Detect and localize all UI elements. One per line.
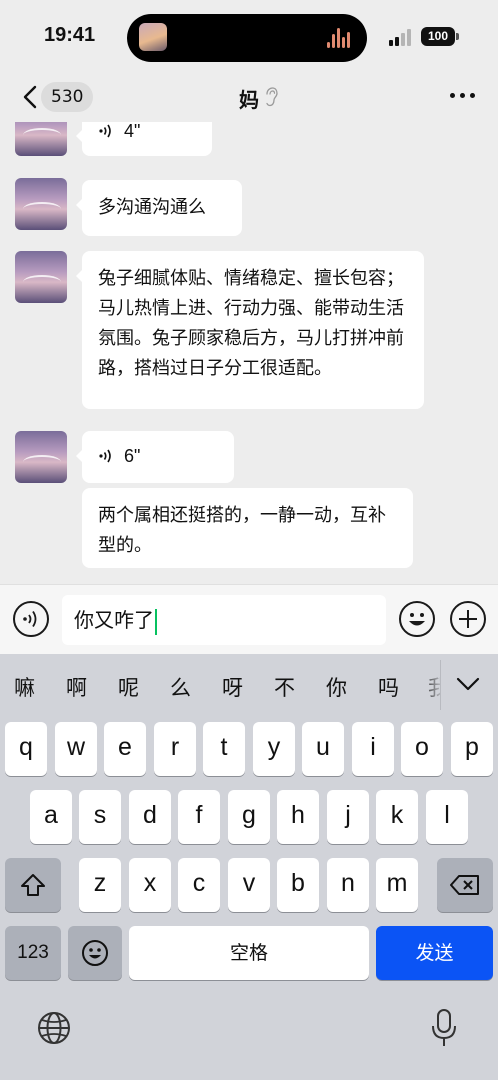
send-key[interactable]: 发送	[376, 926, 493, 980]
key-v[interactable]: v	[228, 858, 270, 912]
chat-title: 妈	[239, 88, 259, 112]
voice-message-bubble[interactable]: 6"	[76, 431, 234, 483]
text-caret	[155, 608, 157, 635]
candidate-bar: 嘛 啊 呢 么 呀 不 你 吗 我	[0, 654, 498, 716]
status-time: 19:41	[44, 24, 96, 46]
more-dots-icon[interactable]	[450, 93, 476, 101]
message-list[interactable]: 4" 多沟通沟通么 兔子细腻体贴、情绪稳定、擅长包容；马儿热情上进、行动力强、能…	[0, 122, 498, 584]
candidate-word[interactable]: 吗	[378, 672, 399, 702]
key-w[interactable]: w	[55, 722, 97, 776]
voice-duration: 4"	[124, 122, 141, 141]
candidate-word[interactable]: 不	[274, 672, 295, 702]
key-b[interactable]: b	[277, 858, 319, 912]
key-e[interactable]: e	[104, 722, 146, 776]
key-m[interactable]: m	[376, 858, 418, 912]
voice-message-bubble[interactable]: 4"	[76, 122, 212, 156]
battery-tip	[456, 33, 459, 40]
candidate-word[interactable]: 么	[170, 672, 191, 702]
contact-avatar[interactable]	[15, 178, 67, 230]
candidate-word[interactable]: 呀	[222, 672, 243, 702]
key-d[interactable]: d	[129, 790, 171, 844]
backspace-icon	[450, 875, 479, 895]
key-i[interactable]: i	[352, 722, 394, 776]
candidate-word[interactable]: 呢	[118, 672, 139, 702]
key-j[interactable]: j	[327, 790, 369, 844]
key-n[interactable]: n	[327, 858, 369, 912]
candidate-word[interactable]: 你	[326, 672, 347, 702]
key-c[interactable]: c	[178, 858, 220, 912]
battery-icon: 100	[421, 27, 455, 46]
key-t[interactable]: t	[203, 722, 245, 776]
message-text: 两个属相还挺搭的，一静一动，互补型的。	[98, 505, 386, 556]
message-text: 多沟通沟通么	[98, 197, 206, 218]
chat-header: 530 妈	[0, 72, 498, 122]
key-q[interactable]: q	[5, 722, 47, 776]
space-key[interactable]: 空格	[129, 926, 369, 980]
candidate-divider	[440, 660, 441, 710]
globe-icon[interactable]	[36, 1010, 72, 1046]
key-r[interactable]: r	[154, 722, 196, 776]
numbers-key[interactable]: 123	[5, 926, 61, 980]
voice-wave-icon	[99, 124, 111, 138]
candidate-word[interactable]: 啊	[66, 672, 87, 702]
dynamic-island[interactable]	[127, 14, 367, 62]
text-message-bubble[interactable]: 多沟通沟通么	[76, 180, 242, 236]
message-input[interactable]: 你又咋了	[62, 595, 386, 645]
key-o[interactable]: o	[401, 722, 443, 776]
message-text: 兔子细腻体贴、情绪稳定、擅长包容；马儿热情上进、行动力强、能带动生活氛围。兔子顾…	[98, 268, 404, 379]
contact-avatar[interactable]	[15, 251, 67, 303]
text-message-bubble[interactable]: 兔子细腻体贴、情绪稳定、擅长包容；马儿热情上进、行动力强、能带动生活氛围。兔子顾…	[76, 251, 424, 409]
now-playing-artwork	[139, 23, 167, 51]
emoji-icon	[82, 940, 108, 966]
message-input-text: 你又咋了	[74, 608, 154, 632]
signal-icon	[389, 28, 415, 46]
candidate-word[interactable]: 嘛	[14, 672, 35, 702]
status-bar: 19:41 100	[0, 0, 498, 72]
keyboard: 嘛 啊 呢 么 呀 不 你 吗 我 q w e r t y u i o p a …	[0, 654, 498, 1080]
plus-icon[interactable]	[450, 601, 486, 637]
key-x[interactable]: x	[129, 858, 171, 912]
key-h[interactable]: h	[277, 790, 319, 844]
key-s[interactable]: s	[79, 790, 121, 844]
chevron-down-icon[interactable]	[455, 676, 481, 692]
key-y[interactable]: y	[253, 722, 295, 776]
voice-wave-icon	[99, 449, 111, 463]
text-message-bubble[interactable]: 两个属相还挺搭的，一静一动，互补型的。	[82, 488, 413, 568]
key-f[interactable]: f	[178, 790, 220, 844]
message-input-bar: 你又咋了	[0, 584, 498, 654]
key-u[interactable]: u	[302, 722, 344, 776]
key-l[interactable]: l	[426, 790, 468, 844]
emoji-icon[interactable]	[399, 601, 435, 637]
contact-avatar[interactable]	[15, 122, 67, 156]
key-p[interactable]: p	[451, 722, 493, 776]
shift-icon	[21, 874, 45, 896]
key-a[interactable]: a	[30, 790, 72, 844]
shift-key[interactable]	[5, 858, 61, 912]
ear-icon	[266, 87, 278, 107]
voice-duration: 6"	[124, 446, 141, 466]
audio-wave-icon	[327, 28, 353, 48]
delete-key[interactable]	[437, 858, 493, 912]
emoji-key[interactable]	[68, 926, 122, 980]
voice-icon[interactable]	[13, 601, 49, 637]
contact-avatar[interactable]	[15, 431, 67, 483]
microphone-icon[interactable]	[430, 1008, 458, 1048]
key-g[interactable]: g	[228, 790, 270, 844]
key-z[interactable]: z	[79, 858, 121, 912]
key-k[interactable]: k	[376, 790, 418, 844]
